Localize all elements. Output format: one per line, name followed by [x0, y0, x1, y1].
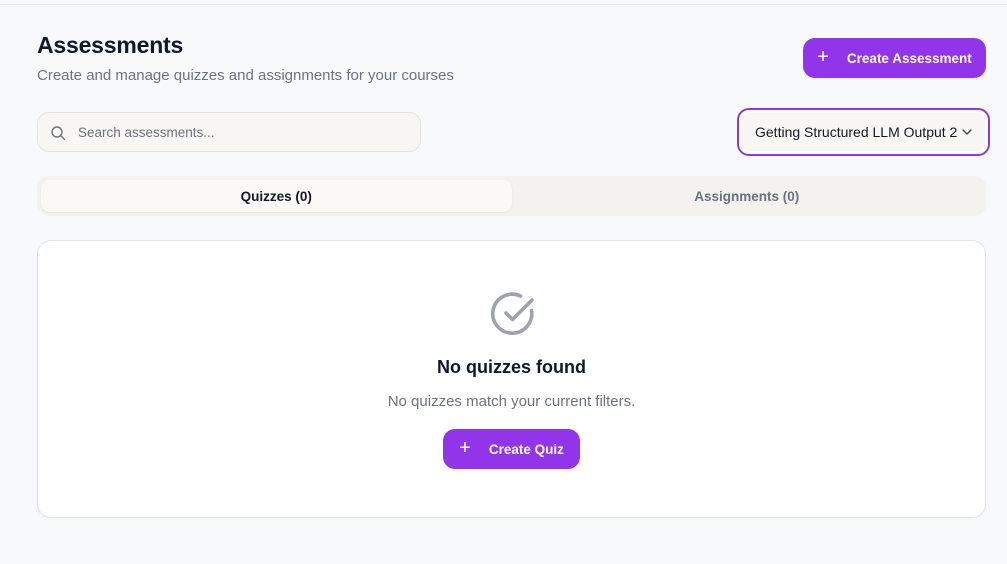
search-input[interactable] — [78, 113, 408, 151]
plus-icon: + — [817, 46, 829, 68]
course-select[interactable]: Getting Structured LLM Output 2 — [737, 108, 990, 156]
top-divider — [0, 4, 1007, 5]
create-quiz-label: Create Quiz — [488, 441, 564, 457]
tab-quizzes[interactable]: Quizzes (0) — [41, 180, 512, 212]
page-subtitle: Create and manage quizzes and assignment… — [37, 67, 454, 84]
check-circle-icon — [490, 292, 534, 335]
search-box[interactable] — [37, 112, 421, 152]
create-assessment-button[interactable]: + Create Assessment — [803, 38, 986, 78]
create-quiz-button[interactable]: + Create Quiz — [443, 429, 580, 469]
plus-icon: + — [459, 437, 471, 459]
empty-state-card: No quizzes found No quizzes match your c… — [37, 240, 986, 518]
assessment-tabs: Quizzes (0) Assignments (0) — [37, 176, 986, 216]
create-assessment-label: Create Assessment — [846, 50, 972, 66]
page-title: Assessments — [37, 32, 184, 58]
empty-state-title: No quizzes found — [437, 357, 586, 377]
course-select-value: Getting Structured LLM Output 2 — [755, 124, 957, 140]
tab-assignments[interactable]: Assignments (0) — [512, 180, 983, 212]
empty-state-text: No quizzes match your current filters. — [387, 393, 636, 410]
search-icon — [51, 126, 66, 141]
chevron-down-icon — [962, 129, 972, 135]
course-select-field[interactable]: Getting Structured LLM Output 2 — [742, 113, 985, 151]
